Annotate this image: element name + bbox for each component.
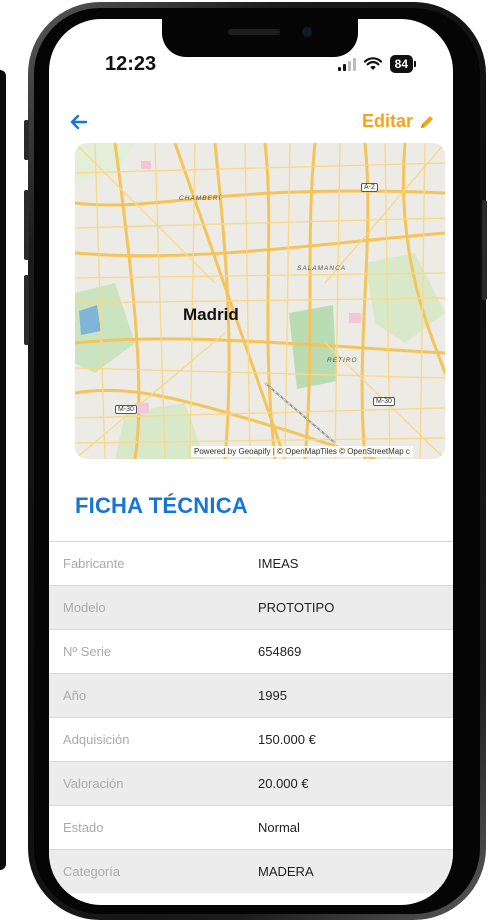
row-value: PROTOTIPO <box>258 600 335 615</box>
status-time: 12:23 <box>105 53 157 75</box>
road-shield: M-30 <box>115 405 137 414</box>
edit-button[interactable]: Editar <box>362 111 435 132</box>
row-value: IMEAS <box>258 556 299 571</box>
row-label: Valoración <box>63 776 124 791</box>
status-icons: 84 <box>337 55 417 73</box>
row-label: Fabricante <box>63 556 125 571</box>
notch <box>162 19 358 57</box>
table-row: Categoría MADERA <box>49 849 453 893</box>
row-label: Modelo <box>63 600 106 615</box>
table-row: Valoración 20.000 € <box>49 761 453 805</box>
back-button[interactable] <box>64 107 94 137</box>
row-value: 654869 <box>258 644 302 659</box>
row-value: Normal <box>258 820 300 835</box>
row-value: 150.000 € <box>258 732 316 747</box>
road-shield: M-30 <box>373 397 395 406</box>
signal-icon <box>337 57 356 71</box>
silent-switch <box>24 120 29 160</box>
section-title: FICHA TÉCNICA <box>75 493 248 518</box>
row-label: Estado <box>63 820 104 835</box>
table-row: Año 1995 <box>49 673 453 717</box>
map-attribution: Powered by Geoapify | © OpenMapTiles © O… <box>191 446 413 457</box>
row-value: 1995 <box>258 688 287 703</box>
edit-label: Editar <box>361 111 413 131</box>
row-value: 20.000 € <box>258 776 309 791</box>
front-camera <box>302 27 312 37</box>
arrow-left-icon <box>70 114 88 130</box>
map-district-label: RETIRO <box>327 357 358 364</box>
row-label: Categoría <box>63 864 121 879</box>
table-row: Estado Normal <box>49 805 453 849</box>
map-city-label: Madrid <box>183 305 239 324</box>
table-row: Modelo PROTOTIPO <box>49 585 453 629</box>
phone-frame: 12:23 84 Editar Madrid CHAMBERÍ SALAMANC… <box>28 2 486 920</box>
wifi-icon <box>363 57 382 70</box>
battery-icon: 84 <box>389 55 417 73</box>
table-row: Fabricante IMEAS <box>49 541 453 585</box>
road-shield: A-2 <box>361 183 378 192</box>
row-label: Año <box>63 688 87 703</box>
volume-down-button <box>24 275 29 345</box>
adjacent-phone-edge <box>0 70 6 870</box>
volume-up-button <box>24 190 29 260</box>
row-value: MADERA <box>258 864 314 879</box>
table-row: Nº Serie 654869 <box>49 629 453 673</box>
pencil-icon <box>421 115 433 128</box>
speaker-grille <box>228 29 280 35</box>
row-label: Nº Serie <box>63 644 112 659</box>
map-district-label: CHAMBERÍ <box>179 195 222 202</box>
power-button <box>482 200 487 300</box>
table-row: Adquisición 150.000 € <box>49 717 453 761</box>
row-label: Adquisición <box>63 732 130 747</box>
map-district-label: SALAMANCA <box>297 265 347 272</box>
app-screen: 12:23 84 Editar Madrid CHAMBERÍ SALAMANC… <box>49 19 453 905</box>
spec-table: Fabricante IMEAS Modelo PROTOTIPO Nº Ser… <box>49 541 453 893</box>
location-map[interactable]: Madrid CHAMBERÍ SALAMANCA RETIRO A-2 M-3… <box>75 143 445 459</box>
